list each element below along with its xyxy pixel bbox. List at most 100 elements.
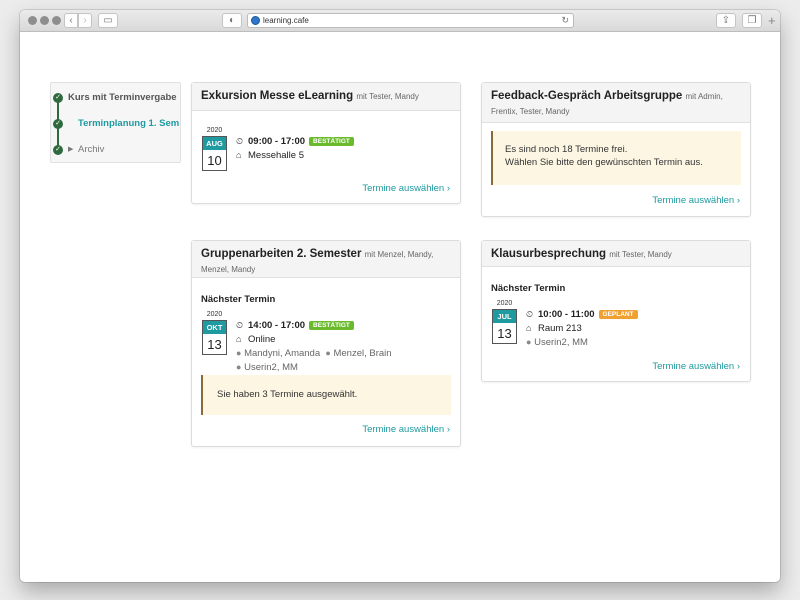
- minimize-window-button[interactable]: [40, 16, 49, 25]
- clock-icon: ⏲: [526, 309, 534, 319]
- check-icon: ✓: [53, 145, 63, 155]
- next-appointment-heading: Nächster Termin: [491, 283, 566, 294]
- date-block: AUG 10: [202, 136, 227, 171]
- nav-item-terminplanung[interactable]: ✓ Terminplanung 1. Sem: [51, 117, 181, 133]
- clock-icon: ⏲: [236, 136, 244, 146]
- user-icon: ●: [236, 362, 242, 372]
- forward-button[interactable]: ›: [78, 13, 92, 28]
- check-icon: ✓: [53, 119, 63, 129]
- select-appointments-link[interactable]: Termine auswählen ›: [362, 424, 450, 435]
- card-title: Gruppenarbeiten 2. Semester: [201, 248, 362, 260]
- card-title: Exkursion Messe eLearning: [201, 90, 354, 102]
- user-icon: ●: [236, 348, 242, 358]
- select-appointments-link[interactable]: Termine auswählen ›: [362, 183, 450, 194]
- date-month: OKT: [203, 321, 226, 334]
- event-time: 10:00 - 11:00: [538, 309, 595, 320]
- new-tab-icon[interactable]: +: [768, 14, 780, 28]
- participant-row: ● Userin2, MM: [526, 337, 588, 348]
- home-icon: ⌂: [236, 334, 242, 344]
- event-location-row: ⌂ Messehalle 5: [236, 150, 304, 161]
- card-participants: mit Tester, Mandy: [609, 250, 672, 259]
- event-time-row: ⏲ 10:00 - 11:00 GEPLANT: [526, 309, 638, 320]
- clock-icon: ⏲: [236, 320, 244, 330]
- card-title: Feedback-Gespräch Arbeitsgruppe: [491, 90, 683, 102]
- caret-right-icon: ▶: [68, 146, 74, 153]
- notice-text: Sie haben 3 Termine ausgewählt.: [217, 389, 358, 400]
- nav-item-label: Archiv: [78, 144, 105, 155]
- link-label: Termine auswählen: [362, 424, 445, 435]
- check-icon: ✓: [53, 93, 63, 103]
- card-header: Exkursion Messe eLearning mit Tester, Ma…: [192, 83, 460, 111]
- link-label: Termine auswählen: [652, 361, 735, 372]
- nav-item-archiv[interactable]: ✓ ▶ Archiv: [51, 143, 181, 159]
- user-icon: ●: [325, 348, 331, 358]
- participant-name: Menzel, Brain: [333, 348, 392, 359]
- link-label: Termine auswählen: [652, 195, 735, 206]
- address-bar[interactable]: learning.cafe ↻: [247, 13, 574, 28]
- user-icon: ●: [526, 337, 532, 347]
- participant-name: Userin2, MM: [534, 337, 588, 348]
- card-header: Klausurbesprechung mit Tester, Mandy: [482, 241, 750, 267]
- notice-line: Es sind noch 18 Termine frei.: [505, 144, 628, 155]
- site-globe-icon: [251, 16, 260, 25]
- status-badge: GEPLANT: [598, 310, 638, 319]
- info-notice: Es sind noch 18 Termine frei. Wählen Sie…: [491, 131, 741, 185]
- status-badge: BESTÄTIGT: [309, 321, 354, 330]
- card-participants: mit Tester, Mandy: [356, 92, 419, 101]
- participant-row: ● Userin2, MM: [236, 362, 298, 373]
- card-header: Feedback-Gespräch Arbeitsgruppe mit Admi…: [482, 83, 750, 123]
- date-block: JUL 13: [492, 309, 517, 344]
- home-icon: ⌂: [236, 150, 242, 160]
- nav-item-label: Kurs mit Terminvergabe: [68, 92, 177, 103]
- date-day: 10: [207, 153, 222, 168]
- chevron-right-icon: ›: [736, 195, 740, 206]
- event-location: Online: [248, 334, 276, 345]
- status-badge: BESTÄTIGT: [309, 137, 354, 146]
- nav-item-course[interactable]: ✓ Kurs mit Terminvergabe: [51, 91, 181, 107]
- browser-toolbar: ‹ › ▭ ◐ learning.cafe ↻ ⇪ ❐ +: [20, 10, 780, 32]
- tab-overview-icon[interactable]: ❐: [742, 13, 762, 28]
- sidebar-toggle-icon[interactable]: ▭: [98, 13, 118, 28]
- appointment-card-exkursion: Exkursion Messe eLearning mit Tester, Ma…: [191, 82, 461, 204]
- share-icon[interactable]: ⇪: [716, 13, 736, 28]
- date-month: AUG: [203, 137, 226, 150]
- select-appointments-link[interactable]: Termine auswählen ›: [652, 195, 740, 206]
- link-label: Termine auswählen: [362, 183, 445, 194]
- url-text: learning.cafe: [263, 16, 309, 25]
- card-header: Gruppenarbeiten 2. Semester mit Menzel, …: [192, 241, 460, 278]
- notice-line: Wählen Sie bitte den gewünschten Termin …: [505, 157, 703, 168]
- date-year: 2020: [496, 300, 513, 307]
- chevron-right-icon: ›: [736, 361, 740, 372]
- privacy-shield-icon[interactable]: ◐: [222, 13, 242, 28]
- course-nav: ✓ Kurs mit Terminvergabe ✓ Terminplanung…: [50, 82, 181, 163]
- next-appointment-heading: Nächster Termin: [201, 294, 276, 305]
- home-icon: ⌂: [526, 323, 532, 333]
- reload-icon[interactable]: ↻: [561, 14, 569, 27]
- date-day: 13: [207, 337, 222, 352]
- chevron-right-icon: ›: [446, 424, 450, 435]
- event-time-row: ⏲ 09:00 - 17:00 BESTÄTIGT: [236, 136, 354, 147]
- back-button[interactable]: ‹: [64, 13, 78, 28]
- event-time: 14:00 - 17:00: [248, 320, 306, 331]
- date-month: JUL: [493, 310, 516, 323]
- date-block: OKT 13: [202, 320, 227, 355]
- event-location: Raum 213: [538, 323, 582, 334]
- event-time: 09:00 - 17:00: [248, 136, 306, 147]
- close-window-button[interactable]: [28, 16, 37, 25]
- participant-row: ● Mandyni, Amanda ● Menzel, Brain: [236, 348, 392, 359]
- page-content: ✓ Kurs mit Terminvergabe ✓ Terminplanung…: [20, 32, 780, 582]
- event-time-row: ⏲ 14:00 - 17:00 BESTÄTIGT: [236, 320, 354, 331]
- browser-window: ‹ › ▭ ◐ learning.cafe ↻ ⇪ ❐ + ✓ Kurs mit…: [20, 10, 780, 582]
- card-title: Klausurbesprechung: [491, 248, 607, 260]
- event-location-row: ⌂ Online: [236, 334, 275, 345]
- select-appointments-link[interactable]: Termine auswählen ›: [652, 361, 740, 372]
- event-location: Messehalle 5: [248, 150, 304, 161]
- appointment-card-klausur: Klausurbesprechung mit Tester, Mandy Näc…: [481, 240, 751, 382]
- participant-name: Mandyni, Amanda: [244, 348, 321, 359]
- selection-notice: Sie haben 3 Termine ausgewählt.: [201, 375, 451, 415]
- zoom-window-button[interactable]: [52, 16, 61, 25]
- nav-item-label: Terminplanung 1. Sem: [78, 118, 180, 129]
- chevron-right-icon: ›: [446, 183, 450, 194]
- date-year: 2020: [206, 311, 223, 318]
- appointment-card-feedback: Feedback-Gespräch Arbeitsgruppe mit Admi…: [481, 82, 751, 217]
